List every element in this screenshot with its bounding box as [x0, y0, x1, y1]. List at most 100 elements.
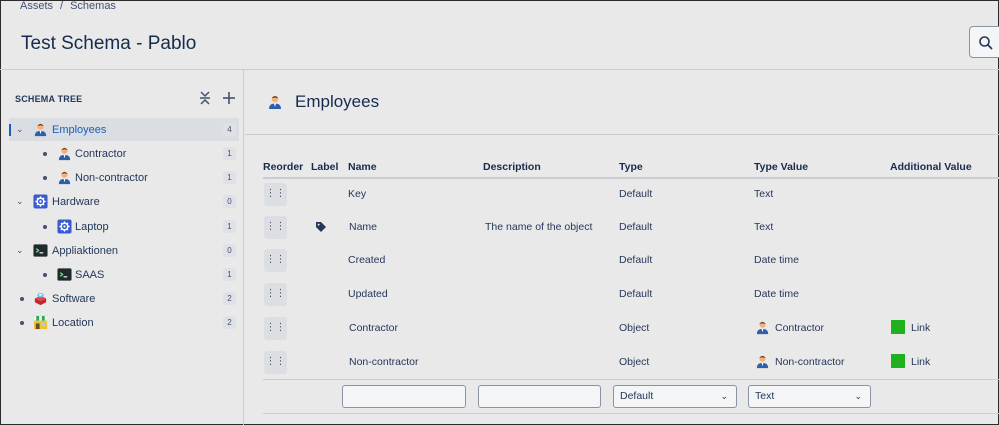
- column-header-additional-value: Additional Value: [890, 161, 972, 173]
- count-badge: 4: [223, 123, 236, 136]
- new-attribute-type-value-select[interactable]: Text ⌄: [748, 385, 871, 408]
- chevron-down-icon[interactable]: ⌄: [16, 124, 26, 134]
- bullet-icon: [43, 273, 47, 277]
- tree-item-label: Location: [52, 316, 94, 329]
- collapse-all-icon[interactable]: [197, 90, 213, 106]
- drag-handle-icon[interactable]: ⋮⋮: [264, 351, 287, 374]
- tree-item-label: Appliaktionen: [52, 244, 119, 257]
- attribute-additional-value: Link: [911, 322, 931, 334]
- attribute-type: Default: [619, 221, 653, 233]
- tree-item-software[interactable]: Software 2: [9, 287, 239, 310]
- attribute-name[interactable]: Contractor: [349, 322, 398, 334]
- attribute-type: Default: [619, 288, 653, 300]
- header-divider: [263, 177, 999, 179]
- column-header-type: Type: [619, 161, 643, 173]
- table-row: ⋮⋮ Non-contractor Object Non-contractor …: [263, 348, 999, 378]
- drag-handle-icon[interactable]: ⋮⋮: [264, 183, 287, 206]
- count-badge: 0: [223, 244, 236, 257]
- attribute-additional-value: Link: [911, 356, 931, 368]
- search-icon: [979, 36, 993, 50]
- new-attribute-divider: [263, 379, 999, 380]
- chevron-down-icon: ⌄: [854, 391, 862, 401]
- table-row: ⋮⋮ Key Default Text: [263, 180, 999, 210]
- add-icon[interactable]: [221, 90, 237, 106]
- attribute-name[interactable]: Updated: [348, 288, 388, 300]
- person-icon: [756, 355, 769, 369]
- person-icon: [58, 171, 71, 185]
- chevron-down-icon[interactable]: ⌄: [16, 196, 26, 206]
- attribute-type-value[interactable]: Non-contractor: [775, 356, 844, 368]
- table-bottom-divider: [263, 413, 999, 414]
- table-row: ⋮⋮ Contractor Object Contractor Link: [263, 314, 999, 344]
- new-attribute-type-select[interactable]: Default ⌄: [613, 385, 737, 408]
- person-icon: [34, 123, 47, 137]
- drag-handle-icon[interactable]: ⋮⋮: [264, 249, 287, 272]
- tree-item-employees[interactable]: ⌄ Employees 4: [9, 118, 239, 141]
- attribute-name[interactable]: Name: [349, 221, 377, 233]
- drag-handle-icon[interactable]: ⋮⋮: [264, 317, 287, 340]
- breadcrumb-schemas[interactable]: Schemas: [70, 0, 116, 12]
- tree-item-hardware[interactable]: ⌄ Hardware 0: [9, 190, 239, 213]
- attribute-name[interactable]: Key: [348, 188, 366, 200]
- attribute-name[interactable]: Non-contractor: [349, 356, 418, 368]
- type-select-value: Default: [620, 390, 654, 402]
- schema-tree-panel: SCHEMA TREE ⌄ Employees 4 Contractor 1 N…: [1, 70, 244, 425]
- search-button[interactable]: [969, 26, 999, 58]
- bullet-icon: [43, 152, 47, 156]
- tree-item-appliaktionen[interactable]: ⌄ Appliaktionen 0: [9, 239, 239, 262]
- attribute-name[interactable]: Created: [348, 254, 385, 266]
- object-type-panel: Employees Reorder Label Name Description…: [245, 70, 999, 425]
- tree-item-label: Hardware: [52, 195, 100, 208]
- attribute-type: Object: [619, 322, 650, 334]
- tag-icon: [316, 222, 326, 232]
- gear-icon: [33, 194, 48, 209]
- attribute-type-value: Text: [754, 221, 774, 233]
- chevron-down-icon[interactable]: ⌄: [16, 245, 26, 255]
- tree-item-label: Employees: [52, 123, 107, 136]
- attribute-type-value: Date time: [754, 288, 799, 300]
- breadcrumb: Assets / Schemas: [20, 0, 116, 12]
- link-color-swatch: [891, 354, 905, 368]
- attribute-type: Object: [619, 356, 650, 368]
- breadcrumb-assets[interactable]: Assets: [20, 0, 53, 12]
- chevron-down-icon: ⌄: [720, 391, 728, 401]
- object-type-header: Employees: [267, 92, 379, 112]
- gear-icon: [57, 219, 72, 234]
- column-header-description: Description: [483, 161, 541, 173]
- tree-item-contractor[interactable]: Contractor 1: [9, 142, 239, 165]
- attribute-description: The name of the object: [485, 221, 593, 233]
- column-header-label: Label: [311, 161, 339, 173]
- column-header-type-value: Type Value: [754, 161, 809, 173]
- tree-item-laptop[interactable]: Laptop 1: [9, 215, 239, 238]
- table-row: ⋮⋮ Created Default Date time: [263, 246, 999, 276]
- store-icon: [33, 315, 48, 330]
- panel-divider: [245, 134, 999, 135]
- drag-handle-icon[interactable]: ⋮⋮: [264, 216, 287, 239]
- tree-item-non-contractor[interactable]: Non-contractor 1: [9, 166, 239, 189]
- tree-item-location[interactable]: Location 2: [9, 311, 239, 334]
- attribute-type-value[interactable]: Contractor: [775, 322, 824, 334]
- bullet-icon: [43, 176, 47, 180]
- attribute-type: Default: [619, 254, 653, 266]
- column-header-reorder: Reorder: [263, 161, 304, 173]
- person-icon: [58, 147, 71, 161]
- count-badge: 1: [223, 147, 236, 160]
- attribute-type-value: Text: [754, 188, 774, 200]
- table-row: ⋮⋮ Updated Default Date time: [263, 280, 999, 310]
- bullet-icon: [20, 297, 24, 301]
- tree-item-label: Laptop: [75, 220, 109, 233]
- attribute-type-value: Date time: [754, 254, 799, 266]
- new-attribute-description-input[interactable]: [478, 385, 601, 408]
- drag-handle-icon[interactable]: ⋮⋮: [264, 283, 287, 306]
- new-attribute-name-input[interactable]: [342, 385, 466, 408]
- column-header-name: Name: [348, 161, 377, 173]
- tree-item-saas[interactable]: SAAS 1: [9, 263, 239, 286]
- count-badge: 1: [223, 220, 236, 233]
- terminal-icon: [33, 244, 48, 257]
- tree-item-label: Contractor: [75, 147, 127, 160]
- bullet-icon: [20, 321, 24, 325]
- bullet-icon: [43, 225, 47, 229]
- attribute-type: Default: [619, 188, 653, 200]
- count-badge: 1: [223, 268, 236, 281]
- type-value-select-value: Text: [755, 390, 775, 402]
